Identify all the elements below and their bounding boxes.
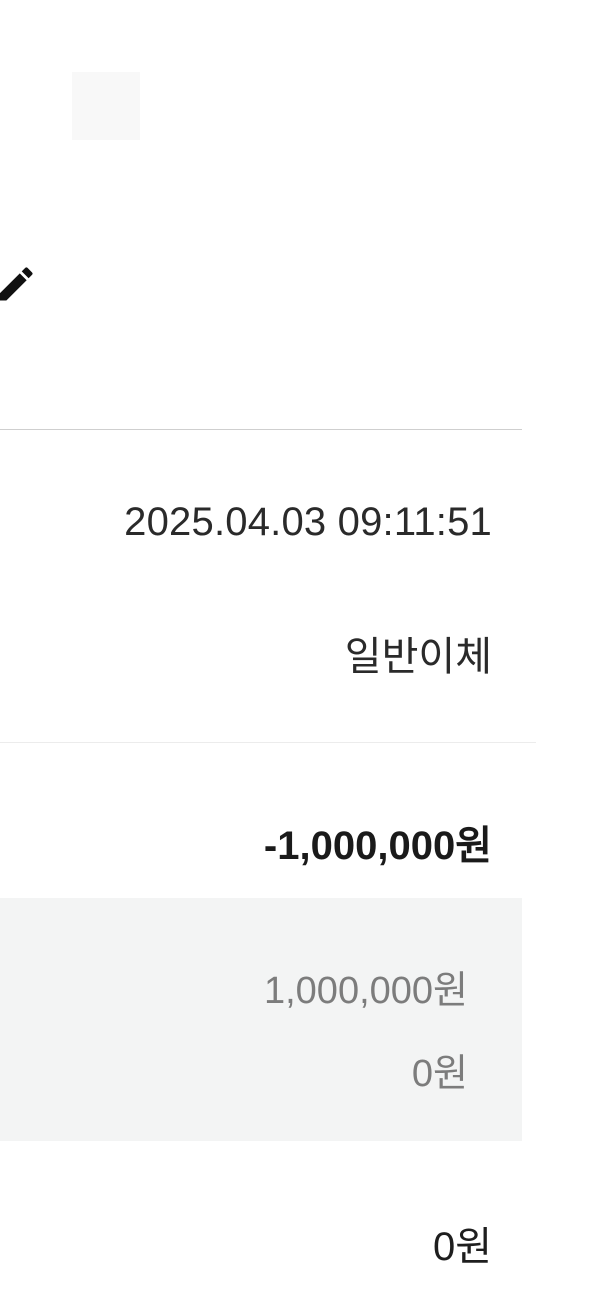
transaction-type: 일반이체 [344, 635, 492, 679]
balance-amount: 0원 [432, 1225, 492, 1269]
image-placeholder [72, 72, 140, 140]
transaction-datetime: 2025.04.03 09:11:51 [124, 500, 492, 544]
detail-amount-1: 1,000,000원 [263, 970, 468, 1012]
detail-amount-2: 0원 [411, 1053, 468, 1095]
section-divider [0, 742, 536, 743]
top-divider [0, 429, 522, 430]
amount-detail-panel [0, 898, 522, 1141]
pencil-icon[interactable] [0, 262, 38, 306]
transaction-amount: -1,000,000원 [263, 824, 492, 868]
